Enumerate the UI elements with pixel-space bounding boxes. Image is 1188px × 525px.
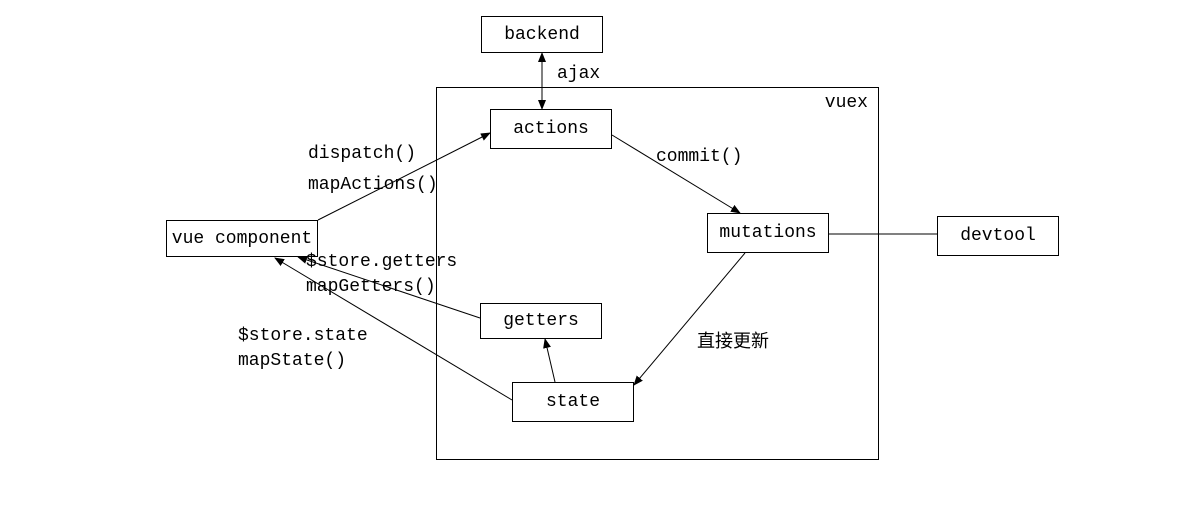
- state-label: state: [546, 392, 600, 412]
- backend-box: backend: [481, 16, 603, 53]
- actions-label: actions: [513, 119, 589, 139]
- commit-label: commit(): [656, 147, 742, 167]
- actions-box: actions: [490, 109, 612, 149]
- mutations-label: mutations: [719, 223, 816, 243]
- directupdate-label: 直接更新: [697, 327, 769, 353]
- ajax-label: ajax: [557, 64, 600, 84]
- devtool-label: devtool: [960, 226, 1036, 246]
- storestate-label: $store.state: [238, 326, 368, 346]
- vuex-label: vuex: [825, 93, 868, 113]
- getters-label: getters: [503, 311, 579, 331]
- mapstate-label: mapState(): [238, 351, 346, 371]
- dispatch-label: dispatch(): [308, 144, 416, 164]
- vue-component-box: vue component: [166, 220, 318, 257]
- mapactions-label: mapActions(): [308, 175, 438, 195]
- state-box: state: [512, 382, 634, 422]
- mutations-box: mutations: [707, 213, 829, 253]
- backend-label: backend: [504, 25, 580, 45]
- getters-box: getters: [480, 303, 602, 339]
- storegetters-label: $store.getters: [306, 252, 457, 272]
- devtool-box: devtool: [937, 216, 1059, 256]
- vue-component-label: vue component: [172, 229, 312, 249]
- mapgetters-label: mapGetters(): [306, 277, 436, 297]
